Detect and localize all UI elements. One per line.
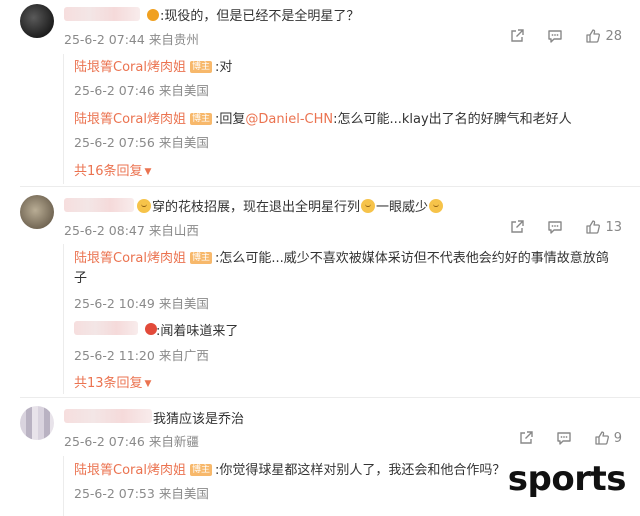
reply: 陆垠箐Coral烤肉姐 博主:你觉得球星都这样对别人了，我还会和他合作吗？ bbox=[74, 459, 505, 478]
comment-text-a: 穿的花枝招展，现在退出全明星行列 bbox=[152, 200, 361, 215]
blogger-badge: 博主 bbox=[189, 113, 212, 125]
like-button[interactable]: 28 bbox=[585, 28, 622, 44]
reply-meta: 25-6-2 07:46 来自美国 bbox=[74, 80, 209, 99]
comment-date: 25-6-2 07:44 bbox=[64, 32, 145, 47]
comment-icon bbox=[557, 432, 571, 445]
like-button[interactable]: 13 bbox=[585, 219, 622, 235]
reply-location: 来自美国 bbox=[158, 486, 209, 501]
comment-text: 穿的花枝招展，现在退出全明星行列 一眼威少 bbox=[136, 196, 444, 215]
username-blurred[interactable] bbox=[64, 409, 152, 423]
reply-location: 来自美国 bbox=[158, 83, 209, 98]
divider bbox=[20, 186, 640, 187]
reply-text: :怎么可能...klay出了名的好脾气和老好人 bbox=[333, 112, 572, 127]
reply-text: :你觉得球星都这样对别人了，我还会和他合作吗？ bbox=[214, 463, 506, 478]
reply-date: 25-6-2 07:53 bbox=[74, 486, 155, 501]
comment-text: :现役的，但是已经不是全明星了？ bbox=[160, 9, 360, 24]
cat-emoji bbox=[361, 199, 376, 213]
reply-meta: 25-6-2 07:56 来自美国 bbox=[74, 132, 209, 151]
comment-text-b: 一眼威少 bbox=[376, 200, 429, 215]
share-icon bbox=[511, 29, 525, 42]
comment-meta: 25-6-2 07:44 来自贵州 bbox=[64, 29, 199, 48]
reply-meta: 25-6-2 10:49 来自美国 bbox=[74, 293, 209, 312]
blogger-badge: 博主 bbox=[189, 252, 212, 264]
reply-meta: 25-6-2 07:53 来自美国 bbox=[74, 483, 209, 502]
like-count: 28 bbox=[605, 28, 622, 44]
comment-date: 25-6-2 08:47 bbox=[64, 223, 145, 238]
reply-button[interactable] bbox=[547, 219, 563, 235]
reply-text: :怎么可能...威少不喜欢被媒体采访但不代表他会约好的事情故意放鸽 bbox=[214, 251, 609, 266]
more-replies-label: 共13条回复 bbox=[74, 376, 143, 391]
reply-date: 25-6-2 11:20 bbox=[74, 348, 155, 363]
username-blurred[interactable] bbox=[64, 198, 134, 212]
reply-author[interactable]: 陆垠箐Coral烤肉姐 bbox=[74, 251, 186, 266]
share-button[interactable] bbox=[509, 219, 525, 235]
like-icon bbox=[586, 29, 601, 43]
reply-location: 来自广西 bbox=[158, 348, 209, 363]
like-count: 9 bbox=[613, 430, 622, 446]
reply-thread-line bbox=[63, 244, 64, 394]
cat-emoji bbox=[429, 199, 444, 213]
comment-actions: 9 bbox=[496, 429, 622, 447]
reply-author[interactable]: 陆垠箐Coral烤肉姐 bbox=[74, 463, 186, 478]
share-icon bbox=[511, 220, 525, 233]
like-count: 13 bbox=[605, 219, 622, 235]
more-replies-link[interactable]: 共16条回复 ▼ bbox=[74, 160, 151, 179]
comment-location: 来自新疆 bbox=[148, 434, 199, 449]
cat-emoji bbox=[137, 199, 151, 213]
reply: 陆垠箐Coral烤肉姐 博主:回复@Daniel-CHN:怎么可能...klay出… bbox=[74, 108, 572, 127]
reply-author[interactable]: 陆垠箐Coral烤肉姐 bbox=[74, 60, 186, 75]
comment-location: 来自山西 bbox=[148, 223, 199, 238]
divider bbox=[20, 397, 640, 398]
reply-date: 25-6-2 07:46 bbox=[74, 83, 155, 98]
reply-date: 25-6-2 10:49 bbox=[74, 296, 155, 311]
comment-meta: 25-6-2 07:46 来自新疆 bbox=[64, 431, 199, 450]
reply-text-wrap: 子 bbox=[74, 271, 88, 286]
comment-actions: 28 bbox=[487, 27, 622, 45]
comment-text: 我猜应该是乔治 bbox=[153, 412, 245, 427]
reply-date: 25-6-2 07:56 bbox=[74, 135, 155, 150]
like-icon bbox=[595, 431, 609, 445]
reply-text: :对 bbox=[214, 60, 233, 75]
blogger-badge: 博主 bbox=[189, 464, 212, 476]
avatar[interactable] bbox=[20, 406, 54, 440]
chevron-down-icon: ▼ bbox=[144, 167, 152, 177]
reply-meta: 25-6-2 11:20 来自广西 bbox=[74, 345, 209, 364]
like-icon bbox=[586, 220, 601, 234]
comment-actions: 13 bbox=[487, 218, 622, 236]
comment-date: 25-6-2 07:46 bbox=[64, 434, 145, 449]
avatar[interactable] bbox=[20, 195, 54, 229]
reply-button[interactable] bbox=[556, 430, 572, 446]
comment-meta: 25-6-2 08:47 来自山西 bbox=[64, 220, 199, 239]
share-button[interactable] bbox=[518, 430, 534, 446]
username-blurred[interactable] bbox=[64, 7, 140, 21]
reply-prefix: :回复 bbox=[214, 112, 246, 127]
reply-button[interactable] bbox=[547, 28, 563, 44]
fire-emoji bbox=[147, 9, 159, 21]
mention-link[interactable]: @Daniel-CHN bbox=[245, 112, 333, 127]
comment-location: 来自贵州 bbox=[148, 32, 199, 47]
more-replies-link[interactable]: 共13条回复 ▼ bbox=[74, 372, 151, 391]
reply: 陆垠箐Coral烤肉姐 博主:怎么可能...威少不喜欢被媒体采访但不代表他会约好的… bbox=[74, 247, 609, 266]
reply-location: 来自美国 bbox=[158, 296, 209, 311]
reply: 陆垠箐Coral烤肉姐 博主:对 bbox=[74, 56, 232, 75]
reply-text: :闻着味道来了 bbox=[156, 324, 239, 339]
avatar[interactable] bbox=[20, 4, 54, 38]
more-replies-label: 共16条回复 bbox=[74, 164, 143, 179]
comment-icon bbox=[548, 221, 563, 234]
sports-watermark: sports bbox=[507, 459, 627, 499]
chevron-down-icon: ▼ bbox=[144, 379, 152, 389]
reply-thread-line bbox=[63, 54, 64, 184]
share-button[interactable] bbox=[509, 28, 525, 44]
reply-author[interactable]: 陆垠箐Coral烤肉姐 bbox=[74, 112, 186, 127]
reply-thread-line bbox=[63, 456, 64, 516]
like-button[interactable]: 9 bbox=[594, 430, 622, 446]
blogger-badge: 博主 bbox=[189, 61, 212, 73]
comment-icon bbox=[548, 30, 563, 43]
reply-location: 来自美国 bbox=[158, 135, 209, 150]
username-blurred[interactable] bbox=[74, 321, 138, 335]
share-icon bbox=[520, 431, 533, 444]
